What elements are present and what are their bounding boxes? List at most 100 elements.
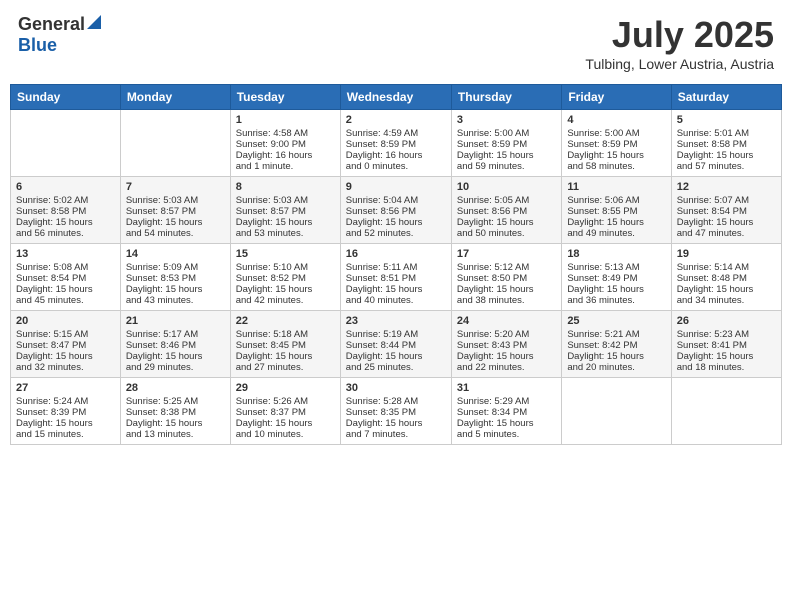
day-info-line: Sunrise: 5:12 AM (457, 262, 556, 273)
day-info-line: Sunrise: 5:23 AM (677, 329, 776, 340)
day-number: 19 (677, 248, 776, 260)
day-info-line: Sunrise: 5:03 AM (126, 195, 225, 206)
day-info-line: and 50 minutes. (457, 228, 556, 239)
day-info-line: Sunrise: 5:13 AM (567, 262, 665, 273)
calendar-cell (11, 110, 121, 177)
col-thursday: Thursday (451, 85, 561, 110)
day-info-line: and 7 minutes. (346, 429, 446, 440)
day-info-line: Sunset: 8:45 PM (236, 340, 335, 351)
day-number: 17 (457, 248, 556, 260)
day-info-line: Daylight: 15 hours (16, 418, 115, 429)
day-info-line: Sunset: 8:44 PM (346, 340, 446, 351)
col-friday: Friday (562, 85, 671, 110)
day-info-line: Daylight: 16 hours (346, 150, 446, 161)
day-number: 6 (16, 181, 115, 193)
day-info-line: Daylight: 15 hours (346, 217, 446, 228)
day-info-line: Sunrise: 5:26 AM (236, 396, 335, 407)
day-number: 26 (677, 315, 776, 327)
day-info-line: and 47 minutes. (677, 228, 776, 239)
day-info-line: Sunset: 8:41 PM (677, 340, 776, 351)
day-info-line: Sunrise: 5:15 AM (16, 329, 115, 340)
calendar-header-row: Sunday Monday Tuesday Wednesday Thursday… (11, 85, 782, 110)
day-number: 28 (126, 382, 225, 394)
day-info-line: Sunset: 8:37 PM (236, 407, 335, 418)
logo-blue-text: Blue (18, 35, 57, 56)
day-info-line: Sunset: 8:49 PM (567, 273, 665, 284)
day-number: 27 (16, 382, 115, 394)
day-info-line: and 36 minutes. (567, 295, 665, 306)
calendar-cell: 20Sunrise: 5:15 AMSunset: 8:47 PMDayligh… (11, 311, 121, 378)
day-number: 16 (346, 248, 446, 260)
day-info-line: and 34 minutes. (677, 295, 776, 306)
calendar-cell: 25Sunrise: 5:21 AMSunset: 8:42 PMDayligh… (562, 311, 671, 378)
day-info-line: Sunrise: 5:10 AM (236, 262, 335, 273)
calendar-week-row: 13Sunrise: 5:08 AMSunset: 8:54 PMDayligh… (11, 244, 782, 311)
month-title: July 2025 (585, 14, 774, 56)
day-info-line: and 56 minutes. (16, 228, 115, 239)
day-info-line: Sunset: 8:43 PM (457, 340, 556, 351)
day-number: 10 (457, 181, 556, 193)
day-info-line: Sunrise: 5:11 AM (346, 262, 446, 273)
logo-general-text: General (18, 14, 85, 35)
day-info-line: Sunset: 8:48 PM (677, 273, 776, 284)
day-info-line: Daylight: 15 hours (126, 284, 225, 295)
calendar-cell: 5Sunrise: 5:01 AMSunset: 8:58 PMDaylight… (671, 110, 781, 177)
day-info-line: and 29 minutes. (126, 362, 225, 373)
calendar-cell: 16 Sunrise: 5:11 AMSunset: 8:51 PMDayligh… (340, 244, 451, 311)
calendar-cell: 1Sunrise: 4:58 AMSunset: 9:00 PMDaylight… (230, 110, 340, 177)
col-saturday: Saturday (671, 85, 781, 110)
day-info-line: Sunset: 8:58 PM (16, 206, 115, 217)
calendar-cell: 9Sunrise: 5:04 AMSunset: 8:56 PMDaylight… (340, 177, 451, 244)
calendar-cell: 3Sunrise: 5:00 AMSunset: 8:59 PMDaylight… (451, 110, 561, 177)
day-info-line: and 40 minutes. (346, 295, 446, 306)
calendar-cell: 6Sunrise: 5:02 AMSunset: 8:58 PMDaylight… (11, 177, 121, 244)
day-info-line: Sunset: 8:52 PM (236, 273, 335, 284)
day-info-line: Daylight: 16 hours (236, 150, 335, 161)
day-info-line: Sunset: 8:54 PM (677, 206, 776, 217)
day-info-line: Sunrise: 5:07 AM (677, 195, 776, 206)
day-info-line: and 49 minutes. (567, 228, 665, 239)
col-tuesday: Tuesday (230, 85, 340, 110)
day-info-line: Sunset: 8:59 PM (346, 139, 446, 150)
calendar-cell: 31Sunrise: 5:29 AMSunset: 8:34 PMDayligh… (451, 378, 561, 445)
day-info-line: Daylight: 15 hours (567, 150, 665, 161)
day-info-line: Sunrise: 5:05 AM (457, 195, 556, 206)
day-number: 8 (236, 181, 335, 193)
day-info-line: and 57 minutes. (677, 161, 776, 172)
day-number: 2 (346, 114, 446, 126)
day-info-line: Daylight: 15 hours (457, 284, 556, 295)
calendar-cell: 13Sunrise: 5:08 AMSunset: 8:54 PMDayligh… (11, 244, 121, 311)
calendar-week-row: 27Sunrise: 5:24 AMSunset: 8:39 PMDayligh… (11, 378, 782, 445)
day-info-line: Sunset: 8:56 PM (457, 206, 556, 217)
day-number: 11 (567, 181, 665, 193)
day-info-line: Daylight: 15 hours (567, 284, 665, 295)
day-info-line: Sunrise: 5:19 AM (346, 329, 446, 340)
day-info-line: and 10 minutes. (236, 429, 335, 440)
day-info-line: and 38 minutes. (457, 295, 556, 306)
day-info-line: Daylight: 15 hours (567, 351, 665, 362)
day-info-line: Daylight: 15 hours (16, 351, 115, 362)
calendar-week-row: 20Sunrise: 5:15 AMSunset: 8:47 PMDayligh… (11, 311, 782, 378)
calendar-cell: 4Sunrise: 5:00 AMSunset: 8:59 PMDaylight… (562, 110, 671, 177)
title-area: July 2025 Tulbing, Lower Austria, Austri… (585, 14, 774, 72)
day-info-line: Daylight: 15 hours (126, 418, 225, 429)
day-info-line: Daylight: 15 hours (457, 351, 556, 362)
calendar-cell: 8Sunrise: 5:03 AMSunset: 8:57 PMDaylight… (230, 177, 340, 244)
day-number: 25 (567, 315, 665, 327)
day-info-line: Sunset: 8:51 PM (346, 273, 446, 284)
calendar-cell: 2Sunrise: 4:59 AMSunset: 8:59 PMDaylight… (340, 110, 451, 177)
day-number: 7 (126, 181, 225, 193)
day-number: 31 (457, 382, 556, 394)
day-info-line: Daylight: 15 hours (346, 284, 446, 295)
day-info-line: Daylight: 15 hours (16, 284, 115, 295)
day-info-line: Sunset: 8:59 PM (567, 139, 665, 150)
day-info-line: Daylight: 15 hours (16, 217, 115, 228)
day-info-line: Sunset: 8:47 PM (16, 340, 115, 351)
day-number: 24 (457, 315, 556, 327)
day-info-line: Daylight: 15 hours (126, 217, 225, 228)
day-info-line: Sunrise: 5:06 AM (567, 195, 665, 206)
day-info-line: Daylight: 15 hours (236, 217, 335, 228)
calendar-cell: 17Sunrise: 5:12 AMSunset: 8:50 PMDayligh… (451, 244, 561, 311)
col-sunday: Sunday (11, 85, 121, 110)
day-info-line: Daylight: 15 hours (677, 351, 776, 362)
